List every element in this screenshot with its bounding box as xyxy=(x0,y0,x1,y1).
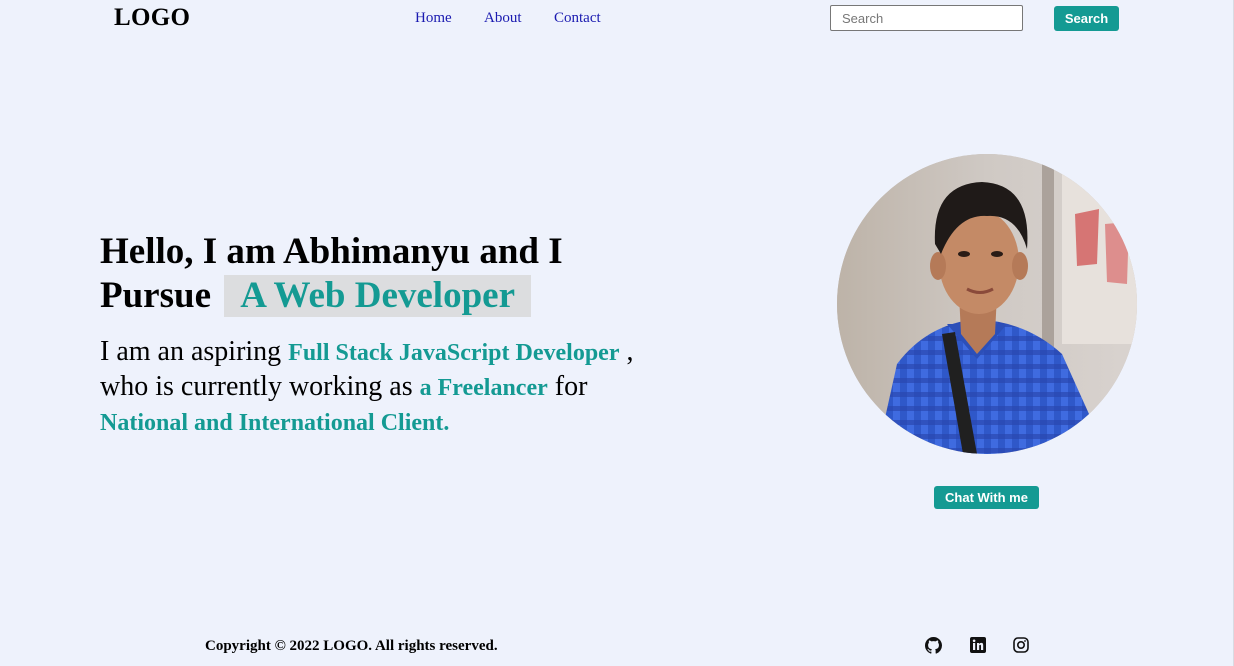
search-input[interactable] xyxy=(830,5,1023,31)
logo[interactable]: LOGO xyxy=(114,4,190,32)
search-button[interactable]: Search xyxy=(1054,6,1119,31)
hero-description: I am an aspiring Full Stack JavaScript D… xyxy=(100,335,660,440)
nav-home-link[interactable]: Home xyxy=(415,9,452,27)
hero-title-highlight: A Web Developer xyxy=(224,275,531,317)
footer-copyright: Copyright © 2022 LOGO. All rights reserv… xyxy=(205,638,498,654)
linkedin-icon[interactable] xyxy=(970,637,987,654)
github-icon[interactable] xyxy=(925,637,942,654)
hero-text-part-3: for xyxy=(547,371,588,402)
profile-photo xyxy=(837,154,1137,454)
hero-title: Hello, I am Abhimanyu and I Pursue A Web… xyxy=(100,230,660,318)
chat-button[interactable]: Chat With me xyxy=(934,486,1039,509)
nav-about-link[interactable]: About xyxy=(484,9,522,27)
nav-contact-link[interactable]: Contact xyxy=(554,9,601,27)
hero-accent-freelancer: a Freelancer xyxy=(419,375,548,401)
hero-text-part-1: I am an aspiring xyxy=(100,336,289,367)
hero-accent-role: Full Stack JavaScript Developer xyxy=(288,340,620,366)
instagram-icon[interactable] xyxy=(1013,637,1030,654)
hero-accent-clients: National and International Client. xyxy=(100,410,450,436)
